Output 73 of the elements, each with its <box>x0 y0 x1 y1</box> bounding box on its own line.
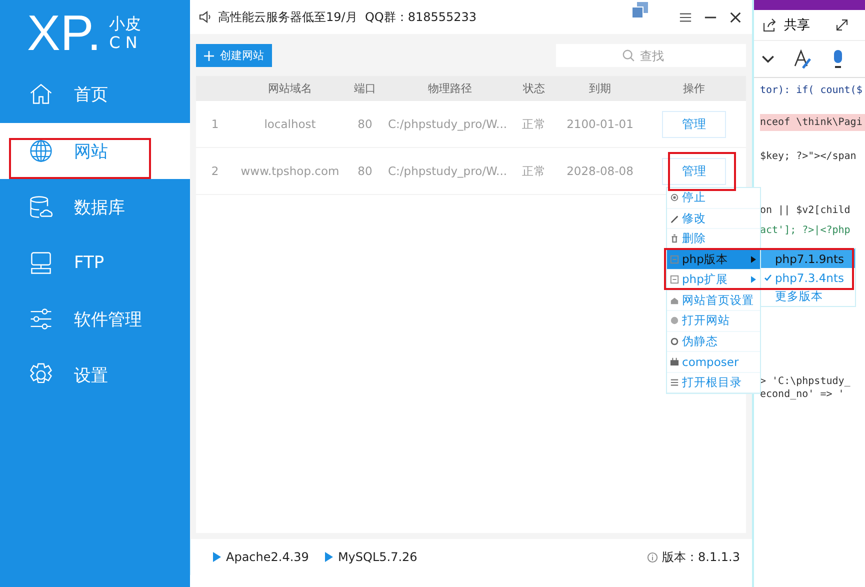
column-header: 网站域名 <box>267 81 313 96</box>
service-label: MySQL5.7.26 <box>338 550 418 564</box>
table-cell-text: 2028-08-08 <box>566 164 634 178</box>
ring-icon <box>670 336 679 346</box>
menu-item[interactable]: 停止 <box>667 188 760 208</box>
code-line: act']; ?>|<?php <box>760 224 852 238</box>
sidebar-item[interactable]: 数据库 <box>0 179 190 235</box>
menu-item[interactable]: 更多版本 <box>761 287 855 306</box>
menu-icon[interactable] <box>679 10 692 24</box>
code-line: tor): if( count($ <box>760 84 864 98</box>
code-line: $key; ?>"></span <box>760 150 858 164</box>
speaker-icon <box>198 10 212 24</box>
table-cell-text: localhost <box>263 117 317 131</box>
column-header: 物理路径 <box>427 81 473 96</box>
close-icon[interactable] <box>729 10 742 24</box>
home-icon <box>670 296 679 305</box>
table-cell-text: 正常 <box>521 116 547 132</box>
column-header: 到期 <box>588 81 612 96</box>
service-label: Apache2.4.39 <box>226 550 309 564</box>
table-cell-text: 2100-01-01 <box>566 117 634 131</box>
stacked-squares-icon[interactable] <box>631 1 649 19</box>
menu-item[interactable]: 修改 <box>667 208 760 229</box>
manage-button[interactable]: 管理 <box>662 110 726 138</box>
code-line: on || $v2[child <box>760 204 852 218</box>
table-cell-text: 2 <box>210 164 220 178</box>
plus-icon <box>204 50 214 60</box>
text-style-icon[interactable] <box>792 48 812 70</box>
expand-icon[interactable] <box>834 17 850 33</box>
sidebar-item[interactable]: 软件管理 <box>0 291 190 347</box>
table-cell-text: www.tpshop.com <box>240 164 340 178</box>
menu-item[interactable]: composer <box>667 352 760 372</box>
menu-item[interactable]: 打开根目录 <box>667 372 760 393</box>
monitor-icon <box>28 250 54 276</box>
version-text: 版本：8.1.1.3 <box>662 548 740 566</box>
column-header: 端口 <box>353 81 377 96</box>
share-button[interactable]: 共享 <box>784 16 810 34</box>
sidebar-item[interactable]: 设置 <box>0 347 190 403</box>
search-icon <box>622 49 635 62</box>
table-cell-text: 80 <box>356 164 374 178</box>
table-cell-text: 1 <box>210 117 220 131</box>
square-icon <box>670 254 679 264</box>
annotation-frame <box>668 152 736 191</box>
menu-item[interactable]: php7.3.4nts <box>761 268 855 287</box>
home-icon <box>28 81 54 107</box>
sidebar-item[interactable]: 网站 <box>0 123 190 179</box>
sidebar-item[interactable]: FTP <box>0 235 190 291</box>
sidebar-item[interactable]: 首页 <box>0 66 190 122</box>
list-icon <box>670 378 679 387</box>
sliders-icon <box>28 306 54 332</box>
manage-button[interactable]: 管理 <box>662 158 726 184</box>
pencil-icon <box>670 214 679 223</box>
menu-item[interactable]: 打开网站 <box>667 311 760 332</box>
square-icon <box>670 275 679 284</box>
column-header: 状态 <box>522 81 546 96</box>
menu-item[interactable]: php版本 <box>667 250 760 270</box>
search-field[interactable]: 查找 <box>556 44 746 67</box>
table-cell-text: 正常 <box>521 164 547 178</box>
table-cell-text: 80 <box>356 117 374 131</box>
info-icon <box>647 552 658 562</box>
trash-icon <box>670 234 679 244</box>
share-icon[interactable] <box>762 17 778 33</box>
play-icon[interactable] <box>324 552 333 562</box>
column-header: 操作 <box>682 81 706 96</box>
table-cell-text: C:/phpstudy_pro/W... <box>387 117 508 131</box>
menu-item[interactable]: 伪静态 <box>667 332 760 352</box>
play-icon[interactable] <box>213 552 221 562</box>
database-icon <box>28 194 54 220</box>
notice-text: 高性能云服务器低至19/月 QQ群：818555233 <box>218 8 477 26</box>
radio-icon <box>670 193 679 202</box>
code-line: econd_no' => ' <box>760 388 846 402</box>
table-cell-text: C:/phpstudy_pro/W... <box>387 164 508 178</box>
menu-item[interactable]: php7.1.9nts <box>761 249 855 268</box>
create-site-button[interactable]: 创建网站 <box>196 44 272 67</box>
